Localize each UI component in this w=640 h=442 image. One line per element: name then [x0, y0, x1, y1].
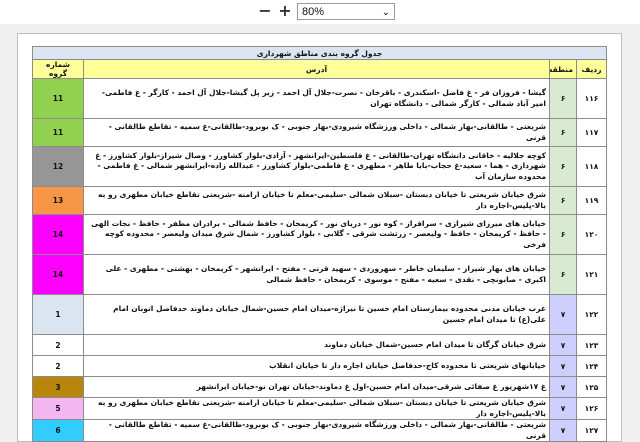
region-cell: ۷: [549, 355, 577, 377]
zoom-value: 80%: [302, 6, 325, 18]
region-cell: ۶: [549, 186, 577, 215]
address-cell: شرق خیابان شریعتی تا خیابان دبستان -سبلا…: [83, 186, 550, 215]
table-body: ۱۱۶ ۶ گیشا - فروزان فر - غ فاضل -اسکندری -…: [31, 78, 607, 442]
address-cell: غ ۱۷شهریور غ صفائی شرقی-میدان امام حسین-…: [83, 376, 550, 398]
table-row: ۱۲۱ ۶ خیابان های بهار شیراز - سلیمان خاطر …: [31, 254, 607, 295]
table-row: ۱۲۲ ۷ غرب خیابان مدنی محدوده بیمارستان اما…: [31, 294, 607, 335]
address-cell: خیابانهای شریعتی تا محدوده کاج-حدفاصل خی…: [83, 355, 550, 377]
row-number-cell: ۱۲۳: [576, 334, 607, 356]
group-cell: 14: [31, 214, 85, 255]
region-cell: ۷: [549, 334, 577, 356]
document-viewport[interactable]: جدول گروه بندی مناطق شهرداری ردیف منطقه …: [0, 24, 640, 442]
row-number-cell: ۱۲۶: [576, 397, 607, 420]
row-number-cell: ۱۲۰: [576, 214, 607, 255]
table-title: جدول گروه بندی مناطق شهرداری: [32, 46, 607, 60]
viewer-toolbar: − + 80% ⌄: [0, 0, 640, 24]
address-cell: کوچه جلالیه - خاقانی دانشگاه تهران-طالقا…: [83, 146, 550, 187]
address-cell: غرب خیابان مدنی محدوده بیمارستان امام حس…: [83, 294, 550, 335]
row-number-cell: ۱۲۱: [576, 254, 607, 295]
table-row: ۱۲۶ ۷ شرق خیابان شریعتی تا خیابان دبستان -…: [31, 397, 607, 420]
group-cell: 3: [31, 376, 85, 398]
address-cell: شرق خیابان گرگان تا میدان امام حسین-شمال…: [83, 334, 550, 356]
group-cell: 6: [31, 419, 85, 442]
region-cell: ۷: [549, 294, 577, 335]
header-row-number: ردیف: [576, 59, 607, 79]
group-cell: 2: [31, 334, 85, 356]
region-cell: ۷: [549, 419, 577, 442]
address-cell: گیشا - فروزان فر - غ فاضل -اسکندری - باق…: [83, 78, 550, 119]
zoom-out-button[interactable]: −: [257, 3, 273, 19]
row-number-cell: ۱۱۷: [576, 118, 607, 147]
region-cell: ۶: [549, 78, 577, 119]
chevron-down-icon: ⌄: [381, 7, 390, 18]
group-cell: 13: [31, 186, 85, 215]
header-group: شماره گروه: [31, 59, 85, 79]
header-region: منطقه: [549, 59, 577, 79]
group-cell: 2: [31, 355, 85, 377]
table-row: ۱۲۵ ۷ غ ۱۷شهریور غ صفائی شرقی-میدان امام ح…: [31, 376, 607, 398]
address-cell: خیابان های میرزای شیرازی - سرافراز - کوه…: [83, 214, 550, 255]
address-cell: شریعتی - طالقانی-بهار شمالی - داخلی ورزش…: [83, 118, 550, 147]
row-number-cell: ۱۱۸: [576, 146, 607, 187]
table-row: ۱۲۳ ۷ شرق خیابان گرگان تا میدان امام حسین-…: [31, 334, 607, 356]
table-row: ۱۱۶ ۶ گیشا - فروزان فر - غ فاضل -اسکندری -…: [31, 78, 607, 119]
region-cell: ۷: [549, 376, 577, 398]
region-cell: ۶: [549, 118, 577, 147]
group-cell: 11: [31, 78, 85, 119]
document-page: جدول گروه بندی مناطق شهرداری ردیف منطقه …: [17, 33, 622, 442]
group-cell: 11: [31, 118, 85, 147]
address-cell: خیابان های بهار شیراز - سلیمان خاطر - سه…: [83, 254, 550, 295]
header-address: آدرس: [83, 59, 550, 79]
region-cell: ۶: [549, 146, 577, 187]
group-cell: 5: [31, 397, 85, 420]
region-group-table: جدول گروه بندی مناطق شهرداری ردیف منطقه …: [31, 46, 607, 442]
row-number-cell: ۱۲۵: [576, 376, 607, 398]
zoom-select[interactable]: 80% ⌄: [297, 3, 395, 20]
table-row: ۱۲۷ ۷ شریعتی - طالقانی-بهار شمالی - داخلی …: [31, 419, 607, 442]
row-number-cell: ۱۲۷: [576, 419, 607, 442]
table-header-row: ردیف منطقه آدرس شماره گروه: [31, 59, 607, 79]
address-cell: شرق خیابان شریعتی تا خیابان دبستان -سبلا…: [83, 397, 550, 420]
group-cell: 12: [31, 146, 85, 187]
row-number-cell: ۱۱۹: [576, 186, 607, 215]
row-number-cell: ۱۱۶: [576, 78, 607, 119]
table-row: ۱۱۷ ۶ شریعتی - طالقانی-بهار شمالی - داخلی …: [31, 118, 607, 147]
table-row: ۱۱۹ ۶ شرق خیابان شریعتی تا خیابان دبستان -…: [31, 186, 607, 215]
region-cell: ۷: [549, 397, 577, 420]
region-cell: ۶: [549, 254, 577, 295]
row-number-cell: ۱۲۲: [576, 294, 607, 335]
row-number-cell: ۱۲۴: [576, 355, 607, 377]
table-row: ۱۲۴ ۷ خیابانهای شریعتی تا محدوده کاج-حدفاص…: [31, 355, 607, 377]
group-cell: 14: [31, 254, 85, 295]
table-row: ۱۲۰ ۶ خیابان های میرزای شیرازی - سرافراز -…: [31, 214, 607, 255]
address-cell: شریعتی - طالقانی-بهار شمالی - داخلی ورزش…: [83, 419, 550, 442]
zoom-in-button[interactable]: +: [277, 3, 293, 19]
table-row: ۱۱۸ ۶ کوچه جلالیه - خاقانی دانشگاه تهران-ط…: [31, 146, 607, 187]
group-cell: 1: [31, 294, 85, 335]
region-cell: ۶: [549, 214, 577, 255]
